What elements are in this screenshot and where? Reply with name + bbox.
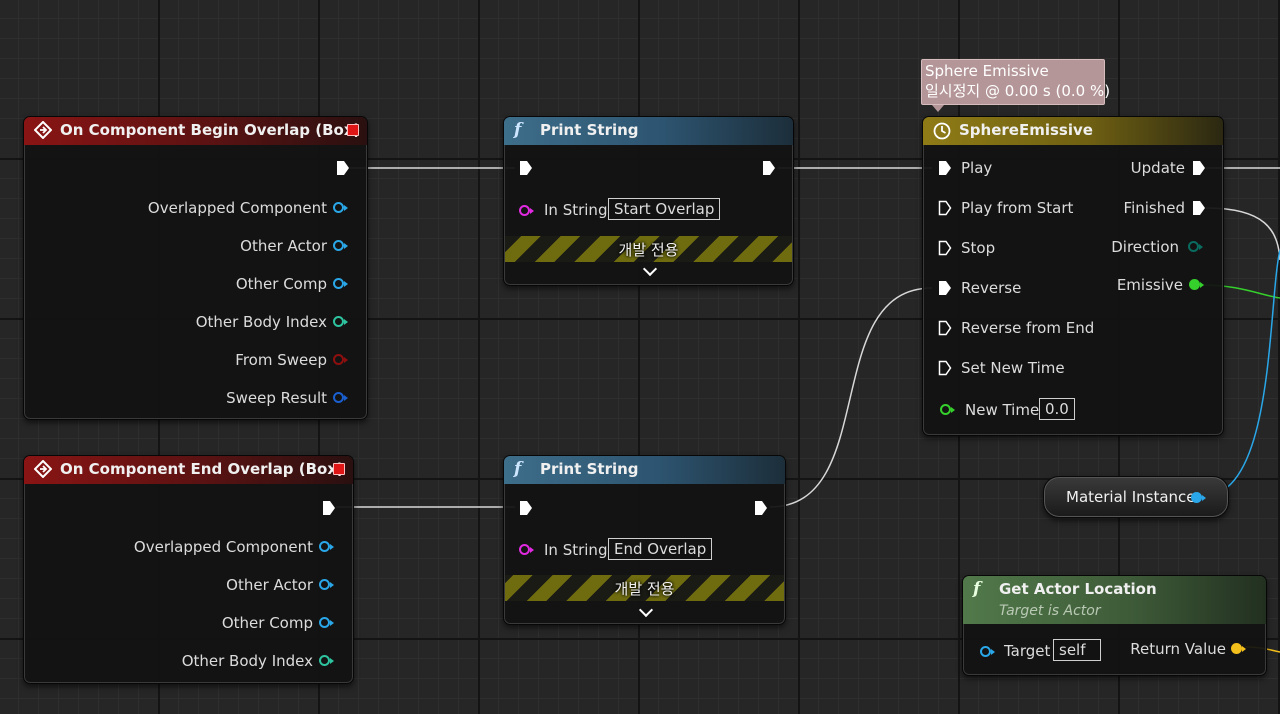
print-string-node[interactable]: f Print String In String Start Overlap 개… bbox=[503, 116, 794, 286]
exec-in-pin[interactable] bbox=[938, 200, 952, 216]
print-string-header[interactable]: f Print String bbox=[504, 456, 785, 484]
target-field[interactable]: self bbox=[1053, 639, 1101, 661]
pin-label: Reverse bbox=[961, 279, 1022, 297]
object-pin[interactable] bbox=[333, 278, 348, 289]
pin-label: Other Actor bbox=[240, 237, 327, 255]
development-only-label: 개발 전용 bbox=[614, 580, 675, 598]
node-title: Get Actor Location bbox=[999, 580, 1157, 598]
object-pin[interactable] bbox=[319, 579, 334, 590]
node-title: Print String bbox=[540, 460, 639, 478]
exec-out-pin[interactable] bbox=[336, 160, 350, 176]
begin-overlap-node[interactable]: On Component Begin Overlap (Box) Overlap… bbox=[23, 116, 368, 420]
variable-label: Material Instance bbox=[1066, 488, 1196, 506]
object-pin[interactable] bbox=[1191, 492, 1206, 503]
pin-label: Stop bbox=[961, 239, 996, 257]
pin-label: Emissive bbox=[1116, 276, 1183, 294]
exec-out-pin[interactable] bbox=[762, 160, 776, 176]
exec-in-pin[interactable] bbox=[938, 360, 952, 376]
tooltip-pointer bbox=[932, 105, 944, 112]
exec-out-pin[interactable] bbox=[1192, 160, 1206, 176]
timeline-header[interactable]: SphereEmissive bbox=[923, 117, 1223, 145]
pin-label: Sweep Result bbox=[226, 389, 327, 407]
pin-label: In String bbox=[544, 201, 608, 219]
pin-label: Other Body Index bbox=[195, 313, 327, 331]
function-icon: f bbox=[973, 579, 981, 599]
exec-in-pin[interactable] bbox=[938, 160, 952, 176]
pin-label: Other Comp bbox=[221, 614, 313, 632]
clock-icon bbox=[933, 122, 951, 140]
exec-in-pin[interactable] bbox=[519, 500, 533, 516]
get-actor-location-header[interactable]: f Get Actor Location Target is Actor bbox=[963, 576, 1266, 624]
integer-pin[interactable] bbox=[333, 316, 348, 327]
chevron-down-icon[interactable] bbox=[642, 261, 658, 277]
end-overlap-header[interactable]: On Component End Overlap (Box) bbox=[24, 456, 353, 484]
exec-in-pin[interactable] bbox=[938, 240, 952, 256]
pin-label: Reverse from End bbox=[961, 319, 1095, 337]
pin-label: Other Body Index bbox=[181, 652, 313, 670]
exec-out-pin[interactable] bbox=[754, 500, 768, 516]
print-string-header[interactable]: f Print String bbox=[504, 117, 793, 145]
exec-out-pin[interactable] bbox=[1192, 200, 1206, 216]
pin-label: Other Actor bbox=[226, 576, 313, 594]
exec-in-pin[interactable] bbox=[519, 160, 533, 176]
struct-pin[interactable] bbox=[333, 392, 348, 403]
node-title: Print String bbox=[540, 121, 639, 139]
pin-label: From Sweep bbox=[235, 351, 327, 369]
node-title: On Component End Overlap (Box) bbox=[60, 460, 344, 478]
boolean-pin[interactable] bbox=[333, 354, 348, 365]
object-pin[interactable] bbox=[319, 541, 334, 552]
pin-label: Update bbox=[1130, 159, 1185, 177]
end-overlap-node[interactable]: On Component End Overlap (Box) Overlappe… bbox=[23, 455, 354, 684]
float-pin[interactable] bbox=[1189, 279, 1204, 290]
pin-label: Return Value bbox=[1130, 640, 1226, 658]
float-pin[interactable] bbox=[940, 404, 955, 415]
node-subtitle: Target is Actor bbox=[999, 603, 1101, 619]
pin-label: Play bbox=[961, 159, 993, 177]
exec-in-pin[interactable] bbox=[938, 320, 952, 336]
in-string-field[interactable]: End Overlap bbox=[608, 538, 713, 560]
event-diamond-icon bbox=[34, 460, 52, 478]
pin-label: Finished bbox=[1123, 199, 1185, 217]
chevron-down-icon[interactable] bbox=[638, 602, 654, 618]
node-title: On Component Begin Overlap (Box) bbox=[60, 121, 361, 139]
pin-label: Play from Start bbox=[961, 199, 1074, 217]
pin-label: Overlapped Component bbox=[147, 199, 327, 217]
function-icon: f bbox=[514, 459, 522, 479]
begin-overlap-header[interactable]: On Component Begin Overlap (Box) bbox=[24, 117, 367, 145]
enum-pin[interactable] bbox=[1188, 241, 1203, 252]
exec-in-pin[interactable] bbox=[938, 280, 952, 296]
timeline-node[interactable]: SphereEmissive Play Play from Start Stop… bbox=[922, 116, 1224, 436]
material-instance-variable[interactable]: Material Instance bbox=[1043, 476, 1229, 518]
tooltip-title: Sphere Emissive bbox=[925, 62, 1049, 80]
print-string-node[interactable]: f Print String In String End Overlap 개발 … bbox=[503, 455, 786, 625]
tooltip-status: 일시정지 @ 0.00 s (0.0 %) bbox=[925, 82, 1111, 100]
event-diamond-icon bbox=[34, 121, 52, 139]
object-pin[interactable] bbox=[333, 240, 348, 251]
breakpoint-icon[interactable] bbox=[347, 124, 359, 136]
exec-out-pin[interactable] bbox=[322, 500, 336, 516]
new-time-field[interactable]: 0.0 bbox=[1039, 398, 1075, 420]
pin-label: Other Comp bbox=[235, 275, 327, 293]
string-pin[interactable] bbox=[519, 544, 534, 555]
exec-wire bbox=[769, 287, 933, 508]
get-actor-location-node[interactable]: f Get Actor Location Target is Actor Tar… bbox=[962, 575, 1267, 676]
string-pin[interactable] bbox=[519, 205, 534, 216]
in-string-field[interactable]: Start Overlap bbox=[608, 198, 721, 220]
pin-label: Target bbox=[1004, 642, 1051, 660]
pin-label: Overlapped Component bbox=[133, 538, 313, 556]
pin-label: In String bbox=[544, 541, 608, 559]
pin-label: Direction bbox=[1111, 238, 1179, 256]
development-only-label: 개발 전용 bbox=[618, 241, 679, 259]
breakpoint-icon[interactable] bbox=[333, 463, 345, 475]
function-icon: f bbox=[514, 120, 522, 140]
timeline-status-tooltip: Sphere Emissive 일시정지 @ 0.00 s (0.0 %) bbox=[921, 59, 1111, 112]
vector-pin[interactable] bbox=[1231, 643, 1246, 654]
object-pin[interactable] bbox=[980, 646, 995, 657]
pin-label: New Time bbox=[965, 401, 1040, 419]
pin-label: Set New Time bbox=[961, 359, 1065, 377]
object-pin[interactable] bbox=[319, 617, 334, 628]
integer-pin[interactable] bbox=[319, 655, 334, 666]
object-pin[interactable] bbox=[333, 202, 348, 213]
node-title: SphereEmissive bbox=[959, 121, 1093, 139]
